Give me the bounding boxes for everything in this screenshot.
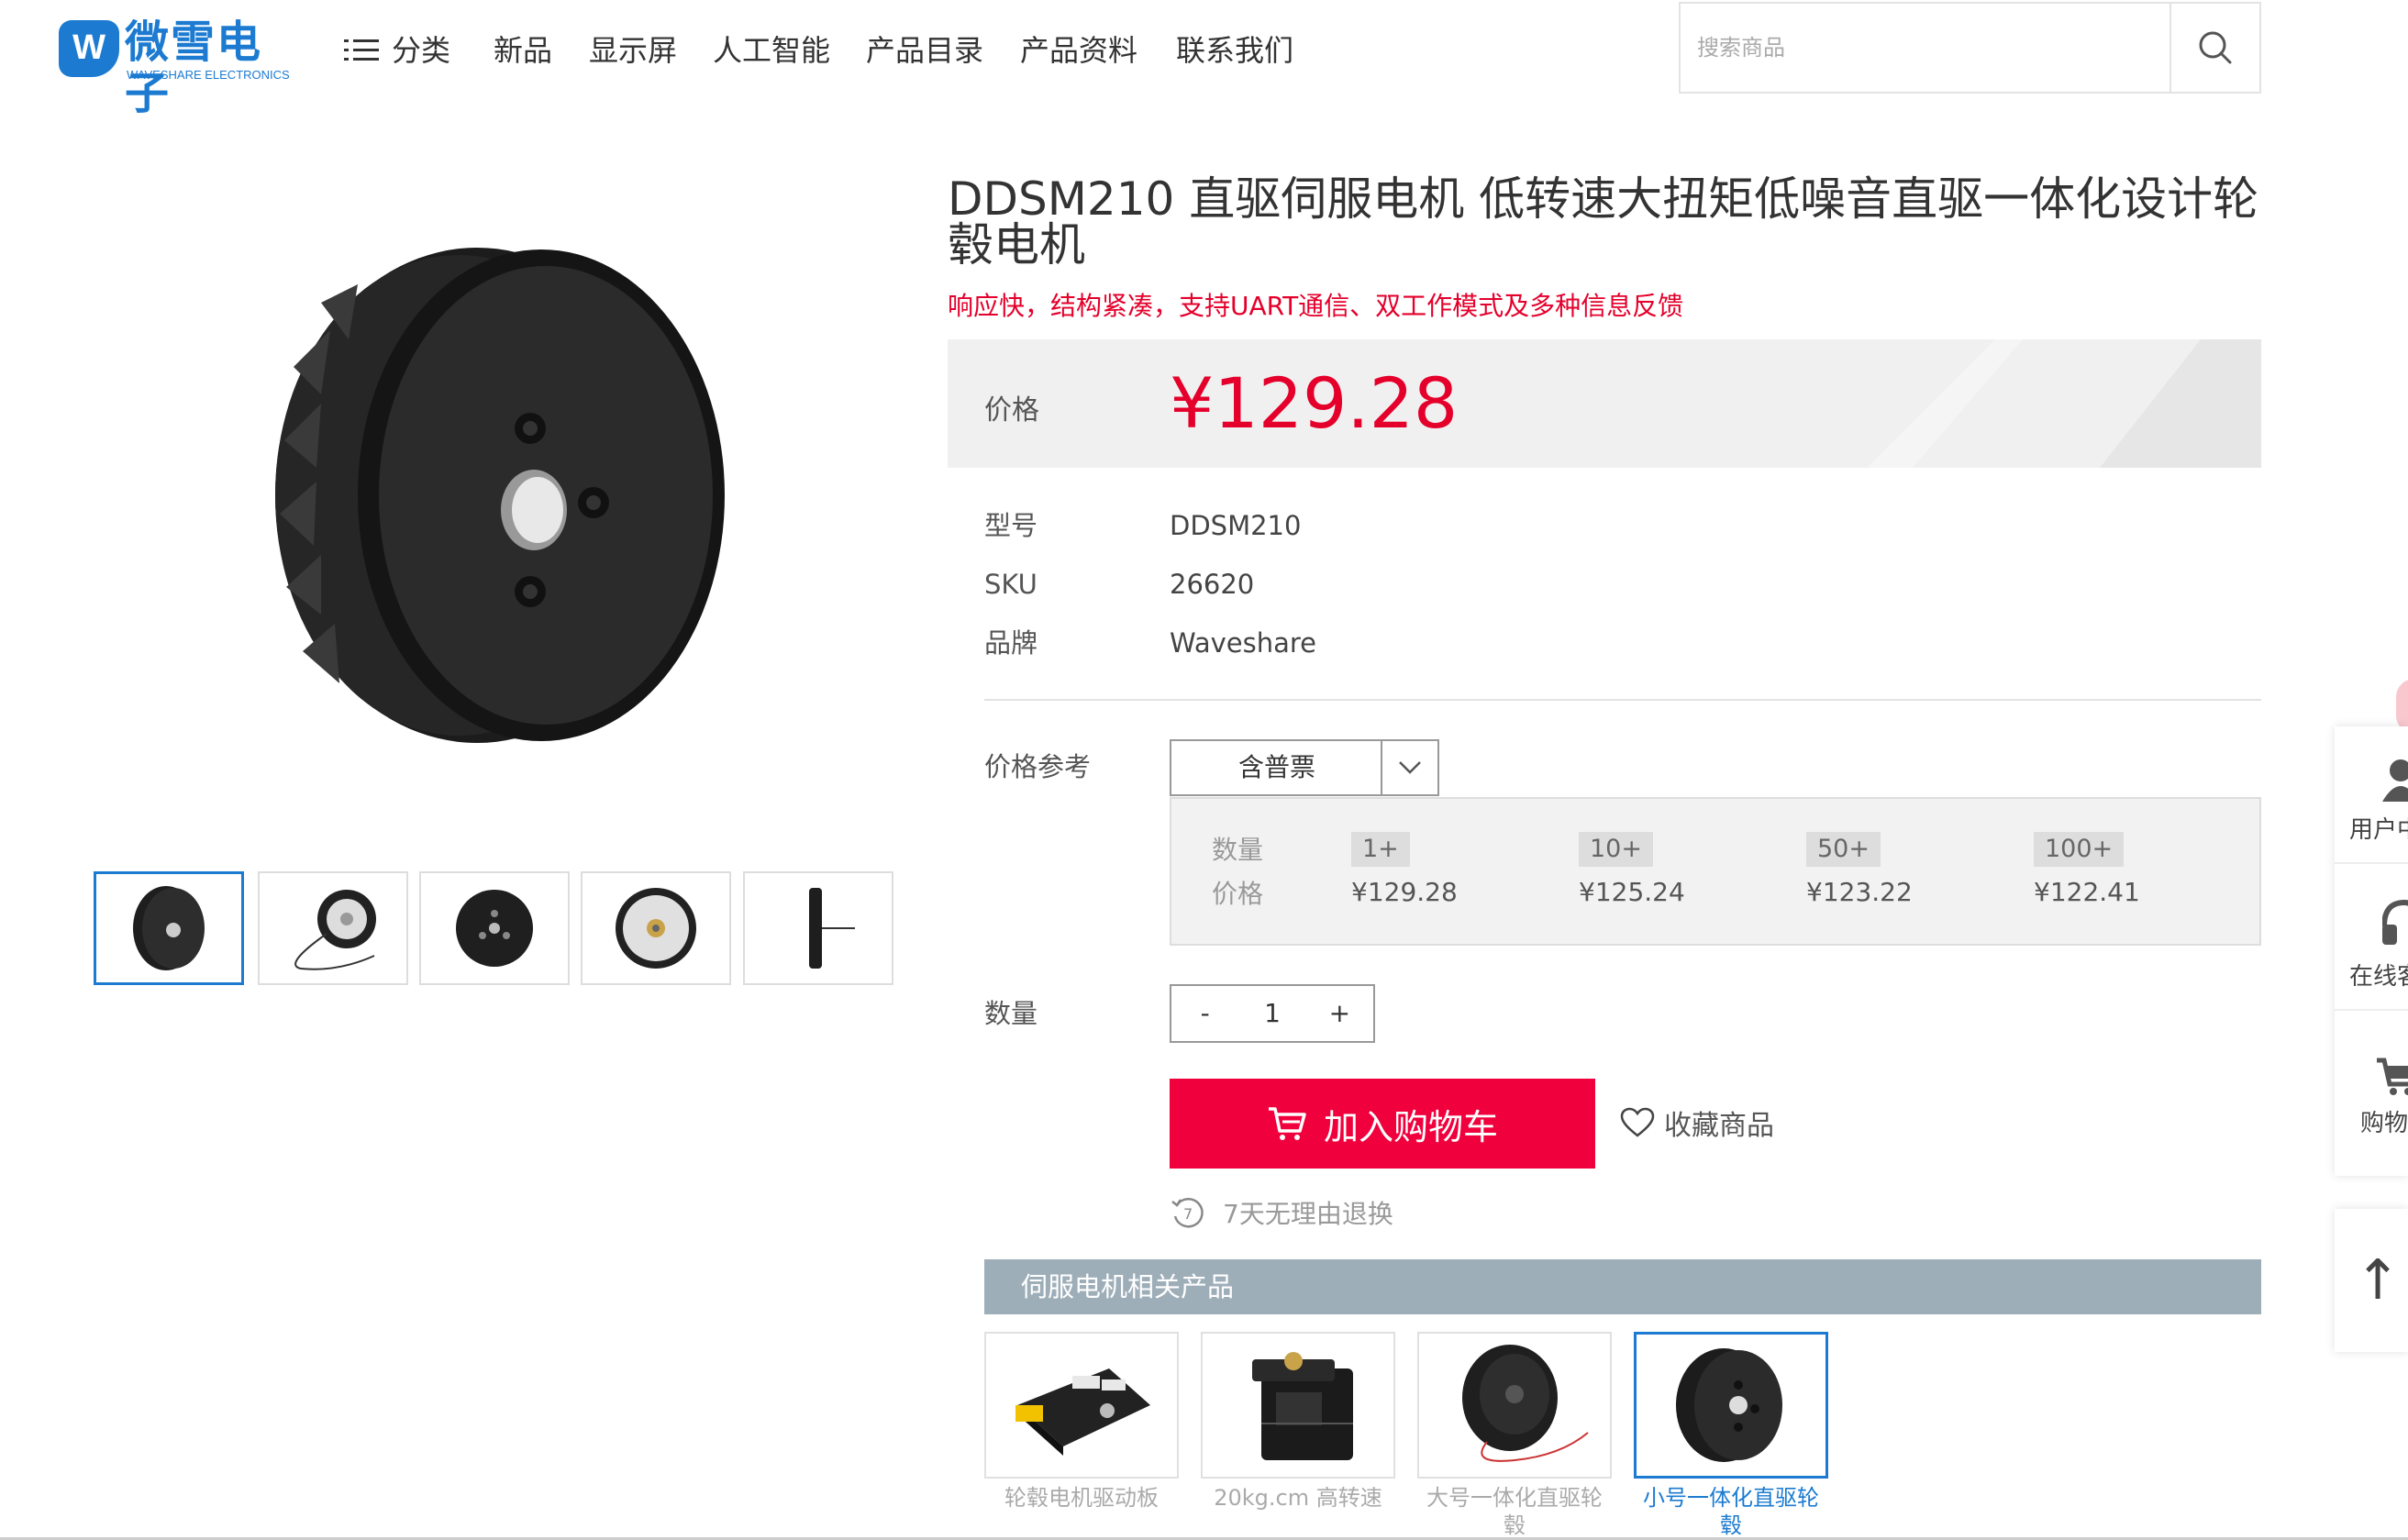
price-tier: 100+ ¥122.41 [2034, 832, 2217, 913]
spec-value-model: DDSM210 [1170, 510, 1302, 541]
price-tier: 1+ ¥129.28 [1351, 832, 1535, 913]
section-divider [984, 699, 2261, 701]
returns-policy: 7 7天无理由退换 [1170, 1194, 1393, 1231]
tier-price: ¥123.22 [1806, 877, 1913, 907]
tier-price: ¥125.24 [1579, 877, 1685, 907]
related-product-3[interactable] [1417, 1332, 1612, 1479]
search-button[interactable] [2169, 4, 2259, 92]
related-product-name[interactable]: 大号一体化直驱轮毂 [1417, 1484, 1612, 1539]
cart-icon [2377, 1058, 2408, 1095]
quantity-plus-button[interactable]: + [1306, 986, 1373, 1041]
nav-item-docs[interactable]: 产品资料 [1020, 28, 1137, 73]
float-user-center[interactable]: 用户中 [2335, 726, 2408, 864]
quantity-label: 数量 [984, 998, 1038, 1029]
float-user-label: 用户中 [2349, 816, 2408, 844]
nav-item-ai[interactable]: 人工智能 [713, 28, 830, 73]
heart-icon [1620, 1107, 1655, 1137]
price-reference-label: 价格参考 [984, 751, 1092, 782]
nav-item-new[interactable]: 新品 [494, 28, 552, 73]
price-label: 价格 [984, 394, 1039, 427]
price-tiers: 数量 价格 1+ ¥129.28 10+ ¥125.24 50+ ¥123.22… [1170, 797, 2261, 946]
float-cart[interactable]: 购物 [2335, 1020, 2408, 1158]
thumbnail-3[interactable] [419, 871, 570, 985]
tier-qty: 1+ [1351, 832, 1410, 867]
related-product-name[interactable]: 20kg.cm 高转速 [1201, 1484, 1395, 1512]
tiers-price-label: 价格 [1212, 879, 1264, 909]
float-service-label: 在线客 [2349, 963, 2408, 991]
tier-price: ¥122.41 [2034, 877, 2140, 907]
thumbnail-2[interactable] [258, 871, 408, 985]
thumbnail-1[interactable] [94, 871, 244, 985]
float-cart-label: 购物 [2360, 1110, 2408, 1137]
spec-value-brand: Waveshare [1170, 627, 1316, 659]
related-product-4[interactable] [1634, 1332, 1828, 1479]
thumbnail-4[interactable] [581, 871, 731, 985]
tiers-qty-label: 数量 [1212, 835, 1264, 865]
price-tier: 50+ ¥123.22 [1806, 832, 1990, 913]
quantity-input[interactable]: 1 [1238, 986, 1305, 1041]
product-title: DDSM210 直驱伺服电机 低转速大扭矩低噪音直驱一体化设计轮毂电机 [948, 172, 2259, 271]
tier-qty: 100+ [2034, 832, 2125, 867]
search-input[interactable] [1681, 4, 2167, 92]
tier-price: ¥129.28 [1351, 877, 1458, 907]
nav-item-label: 分类 [392, 33, 451, 68]
invoice-selected: 含普票 [1237, 752, 1315, 782]
quantity-minus-button[interactable]: - [1171, 986, 1238, 1041]
add-to-cart-label: 加入购物车 [1323, 1106, 1498, 1147]
tier-qty: 10+ [1579, 832, 1653, 867]
back-to-top-button[interactable]: ↑ [2335, 1209, 2408, 1352]
svg-text:7: 7 [1183, 1205, 1193, 1223]
favorite-button[interactable]: 收藏商品 [1620, 1102, 1774, 1143]
chevron-down-icon [1381, 741, 1437, 794]
cart-icon [1268, 1107, 1306, 1140]
related-product-1[interactable] [984, 1332, 1179, 1479]
product-main-image [229, 220, 743, 770]
related-product-2[interactable] [1201, 1332, 1395, 1479]
float-online-service[interactable]: 在线客 [2335, 873, 2408, 1011]
tier-qty: 50+ [1806, 832, 1881, 867]
nav-item-display[interactable]: 显示屏 [589, 28, 677, 73]
quantity-stepper: - 1 + [1170, 984, 1375, 1043]
nav-item-catalog[interactable]: 产品目录 [866, 28, 983, 73]
floating-sidebar: 用户中 在线客 购物 [2335, 726, 2408, 1176]
chat-bubble-icon[interactable] [2396, 679, 2408, 734]
logo-subtext: WAVESHARE ELECTRONICS [127, 68, 290, 82]
nav-item-category[interactable]: 分类 [344, 28, 450, 73]
price-value: ¥129.28 [1170, 362, 1459, 444]
menu-icon [344, 38, 379, 63]
product-subtitle: 响应快，结构紧凑，支持UART通信、双工作模式及多种信息反馈 [948, 291, 1684, 321]
invoice-select[interactable]: 含普票 [1170, 739, 1439, 796]
brand-logo[interactable]: W 微雪电子 WAVESHARE ELECTRONICS [59, 17, 299, 119]
spec-label-sku: SKU [984, 569, 1038, 600]
search-box [1679, 2, 2261, 94]
spec-label-brand: 品牌 [984, 627, 1038, 659]
price-tier: 10+ ¥125.24 [1579, 832, 1762, 913]
search-icon [2199, 31, 2232, 64]
related-products-title: 伺服电机相关产品 [984, 1259, 2261, 1314]
price-panel: 价格 ¥129.28 [948, 339, 2261, 468]
spec-value-sku: 26620 [1170, 569, 1255, 600]
return-policy-icon: 7 [1171, 1198, 1204, 1228]
returns-label: 7天无理由退换 [1223, 1199, 1393, 1229]
thumbnail-5[interactable] [743, 871, 893, 985]
spec-label-model: 型号 [984, 510, 1038, 541]
headset-icon [2382, 899, 2408, 945]
related-product-name[interactable]: 轮毂电机驱动板 [984, 1484, 1179, 1512]
favorite-label: 收藏商品 [1664, 1110, 1774, 1142]
add-to-cart-button[interactable]: 加入购物车 [1170, 1079, 1595, 1169]
logo-mark-icon: W [59, 20, 119, 77]
user-icon [2382, 759, 2408, 802]
nav-item-contact[interactable]: 联系我们 [1176, 28, 1293, 73]
related-product-name[interactable]: 小号一体化直驱轮毂 [1634, 1484, 1828, 1539]
